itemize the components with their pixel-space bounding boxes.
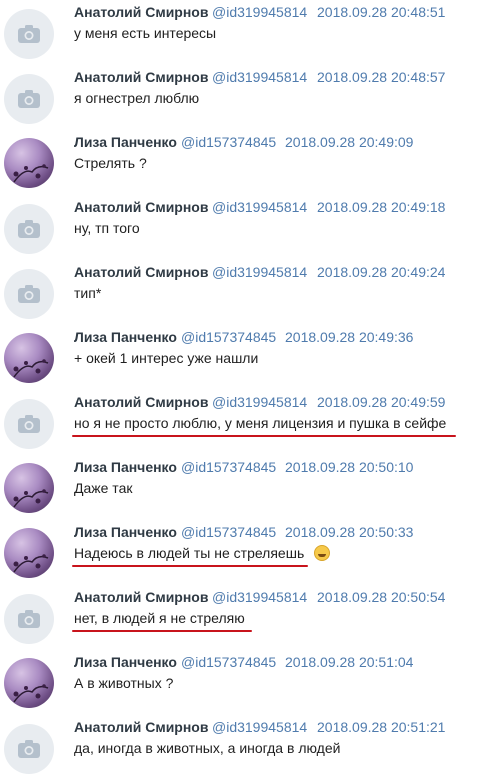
camera-icon	[18, 90, 40, 108]
author-name[interactable]: Анатолий Смирнов	[74, 719, 208, 735]
message-text: но я не просто люблю, у меня лицензия и …	[74, 415, 447, 431]
avatar[interactable]	[4, 74, 54, 124]
author-name[interactable]: Анатолий Смирнов	[74, 4, 208, 20]
message-timestamp: 2018.09.28 20:50:33	[285, 524, 414, 540]
message-timestamp: 2018.09.28 20:51:04	[285, 654, 414, 670]
avatar[interactable]	[4, 138, 54, 188]
author-name[interactable]: Лиза Панченко	[74, 524, 177, 540]
message-timestamp: 2018.09.28 20:48:57	[317, 69, 446, 85]
message: Лиза Панченко @id157374845 2018.09.28 20…	[0, 520, 491, 584]
message-text: нет, в людей я не стреляю	[74, 610, 245, 626]
author-handle[interactable]: @id157374845	[181, 524, 276, 540]
message-text: А в животных ?	[74, 675, 174, 691]
message-text: Стрелять ?	[74, 155, 147, 171]
message: Лиза Панченко @id157374845 2018.09.28 20…	[0, 455, 491, 519]
author-handle[interactable]: @id319945814	[212, 394, 307, 410]
message-text: ну, тп того	[74, 220, 140, 236]
message-text: тип*	[74, 285, 102, 301]
avatar[interactable]	[4, 724, 54, 774]
author-handle[interactable]: @id157374845	[181, 459, 276, 475]
message-text: Даже так	[74, 480, 133, 496]
avatar[interactable]	[4, 594, 54, 644]
message-timestamp: 2018.09.28 20:51:21	[317, 719, 446, 735]
camera-icon	[18, 285, 40, 303]
message-text: я огнестрел люблю	[74, 90, 200, 106]
message-timestamp: 2018.09.28 20:49:18	[317, 199, 446, 215]
message: Анатолий Смирнов @id319945814 2018.09.28…	[0, 65, 491, 129]
message-timestamp: 2018.09.28 20:48:51	[317, 4, 446, 20]
author-name[interactable]: Анатолий Смирнов	[74, 69, 208, 85]
message-text: да, иногда в животных, а иногда в людей	[74, 740, 341, 756]
author-name[interactable]: Анатолий Смирнов	[74, 199, 208, 215]
message: Анатолий Смирнов @id319945814 2018.09.28…	[0, 0, 491, 64]
avatar[interactable]	[4, 9, 54, 59]
message-timestamp: 2018.09.28 20:50:54	[317, 589, 446, 605]
message: Анатолий Смирнов @id319945814 2018.09.28…	[0, 195, 491, 259]
author-handle[interactable]: @id319945814	[212, 199, 307, 215]
camera-icon	[18, 610, 40, 628]
author-handle[interactable]: @id157374845	[181, 329, 276, 345]
message-text: у меня есть интересы	[74, 25, 217, 41]
author-handle[interactable]: @id319945814	[212, 4, 307, 20]
message: Лиза Панченко @id157374845 2018.09.28 20…	[0, 650, 491, 714]
avatar[interactable]	[4, 269, 54, 319]
camera-icon	[18, 740, 40, 758]
highlight-underline	[72, 630, 252, 632]
message: Анатолий Смирнов @id319945814 2018.09.28…	[0, 260, 491, 324]
avatar-photo	[13, 554, 49, 573]
message: Анатолий Смирнов @id319945814 2018.09.28…	[0, 390, 491, 454]
avatar[interactable]	[4, 399, 54, 449]
avatar[interactable]	[4, 658, 54, 708]
author-handle[interactable]: @id157374845	[181, 654, 276, 670]
author-name[interactable]: Лиза Панченко	[74, 329, 177, 345]
highlight-underline	[72, 435, 456, 437]
author-name[interactable]: Анатолий Смирнов	[74, 589, 208, 605]
avatar[interactable]	[4, 204, 54, 254]
avatar[interactable]	[4, 333, 54, 383]
avatar[interactable]	[4, 463, 54, 513]
message: Лиза Панченко @id157374845 2018.09.28 20…	[0, 325, 491, 389]
author-handle[interactable]: @id319945814	[212, 69, 307, 85]
avatar-photo	[13, 359, 49, 378]
author-name[interactable]: Анатолий Смирнов	[74, 264, 208, 280]
highlight-underline	[72, 565, 308, 567]
camera-icon	[18, 415, 40, 433]
message-text: Надеюсь в людей ты не стреляешь	[74, 545, 305, 561]
message: Лиза Панченко @id157374845 2018.09.28 20…	[0, 130, 491, 194]
message-timestamp: 2018.09.28 20:49:24	[317, 264, 446, 280]
author-name[interactable]: Лиза Панченко	[74, 654, 177, 670]
author-name[interactable]: Лиза Панченко	[74, 134, 177, 150]
camera-icon	[18, 220, 40, 238]
author-handle[interactable]: @id157374845	[181, 134, 276, 150]
author-handle[interactable]: @id319945814	[212, 589, 307, 605]
author-handle[interactable]: @id319945814	[212, 264, 307, 280]
author-name[interactable]: Анатолий Смирнов	[74, 394, 208, 410]
avatar-photo	[13, 684, 49, 703]
message-text: + окей 1 интерес уже нашли	[74, 350, 259, 366]
author-name[interactable]: Лиза Панченко	[74, 459, 177, 475]
message-timestamp: 2018.09.28 20:49:09	[285, 134, 414, 150]
avatar[interactable]	[4, 528, 54, 578]
message-list: Анатолий Смирнов @id319945814 2018.09.28…	[0, 0, 491, 779]
message-timestamp: 2018.09.28 20:49:36	[285, 329, 414, 345]
message: Анатолий Смирнов @id319945814 2018.09.28…	[0, 715, 491, 779]
author-handle[interactable]: @id319945814	[212, 719, 307, 735]
message: Анатолий Смирнов @id319945814 2018.09.28…	[0, 585, 491, 649]
avatar-photo	[13, 489, 49, 508]
camera-icon	[18, 25, 40, 43]
message-timestamp: 2018.09.28 20:49:59	[317, 394, 446, 410]
grinning-sweat-emoji-icon	[314, 545, 330, 561]
avatar-photo	[13, 164, 49, 183]
message-timestamp: 2018.09.28 20:50:10	[285, 459, 414, 475]
